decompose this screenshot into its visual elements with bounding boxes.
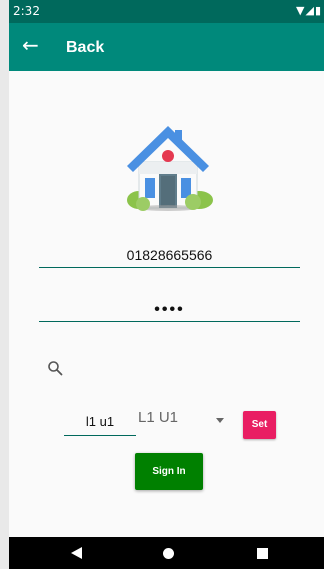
status-time: 2:32 bbox=[13, 4, 40, 18]
app-bar: ← Back bbox=[9, 23, 324, 71]
set-button[interactable]: Set bbox=[243, 411, 276, 439]
signal-icon: ◢ bbox=[305, 4, 315, 17]
phone-field[interactable]: 01828665566 bbox=[39, 247, 300, 268]
level-spinner[interactable]: L1 U1 bbox=[138, 409, 178, 426]
battery-icon: ▮ bbox=[314, 4, 322, 17]
nav-home-icon[interactable] bbox=[163, 548, 174, 559]
phone-screen: 2:32 ▼◢▮ ← Back 01828665566 •••• l1 u1 L… bbox=[9, 0, 324, 569]
dropdown-arrow-icon[interactable] bbox=[216, 418, 224, 423]
status-bar: 2:32 ▼◢▮ bbox=[9, 0, 324, 23]
sign-in-button[interactable]: Sign In bbox=[135, 453, 203, 490]
status-icons: ▼◢▮ bbox=[296, 4, 322, 17]
app-bar-title: Back bbox=[66, 39, 105, 56]
level-input[interactable]: l1 u1 bbox=[64, 414, 136, 436]
nav-recents-icon[interactable] bbox=[257, 548, 268, 559]
house-icon bbox=[127, 126, 213, 211]
navigation-bar bbox=[9, 537, 324, 569]
nav-back-icon[interactable] bbox=[71, 547, 82, 559]
password-field[interactable]: •••• bbox=[39, 301, 300, 322]
back-arrow-icon[interactable]: ← bbox=[22, 34, 39, 56]
search-icon[interactable] bbox=[47, 360, 63, 376]
